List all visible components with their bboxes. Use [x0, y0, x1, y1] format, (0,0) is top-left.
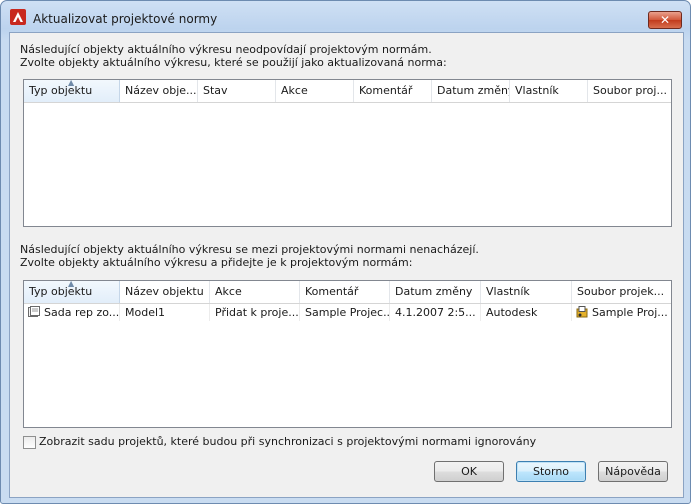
top-col-action[interactable]: Akce [276, 80, 354, 102]
project-file-icon [576, 306, 588, 318]
table-row[interactable]: Sada rep zo... Model1 Přidat k proje... … [24, 304, 671, 321]
sort-up-icon: ▲ [68, 80, 75, 87]
bottom-message-line2: Zvolte objekty aktuálního výkresu a přid… [20, 256, 413, 269]
top-message-line1: Následující objekty aktuálního výkresu n… [20, 43, 432, 56]
bottom-listview[interactable]: ▲ Typ objektu Název objektu Akce Komentá… [23, 280, 672, 428]
top-message-line2: Zvolte objekty aktuálního výkresu, které… [20, 56, 447, 69]
window-title: Aktualizovat projektové normy [33, 12, 218, 26]
cell-file: Sample Proj... [572, 304, 671, 321]
bottom-col-file[interactable]: Soubor projek... [572, 281, 671, 303]
bottom-col-name[interactable]: Název objektu [120, 281, 210, 303]
cell-owner: Autodesk [481, 304, 572, 321]
top-col-comment[interactable]: Komentář [354, 80, 432, 102]
display-configuration-icon [28, 306, 40, 317]
title-bar[interactable]: Aktualizovat projektové normy ✕ [1, 1, 690, 33]
cell-name: Model1 [120, 304, 210, 321]
help-button[interactable]: Nápověda [598, 461, 668, 482]
top-col-owner[interactable]: Vlastník [510, 80, 588, 102]
bottom-message-line1: Následující objekty aktuálního výkresu s… [20, 243, 479, 256]
bottom-col-action[interactable]: Akce [210, 281, 300, 303]
top-col-type[interactable]: ▲ Typ objektu [24, 80, 120, 102]
dialog-body: Následující objekty aktuálního výkresu n… [9, 32, 684, 498]
cell-type: Sada rep zo... [24, 304, 120, 321]
close-button[interactable]: ✕ [648, 11, 682, 29]
bottom-col-type[interactable]: ▲ Typ objektu [24, 281, 120, 303]
ignored-sets-label[interactable]: Zobrazit sadu projektů, které budou při … [39, 435, 536, 448]
top-listview-header: ▲ Typ objektu Název obje... Stav Akce Ko… [24, 80, 671, 103]
cell-date: 4.1.2007 2:5... [390, 304, 481, 321]
top-col-date[interactable]: Datum změny [432, 80, 510, 102]
top-listview[interactable]: ▲ Typ objektu Název obje... Stav Akce Ko… [23, 79, 672, 227]
bottom-col-comment[interactable]: Komentář [300, 281, 390, 303]
bottom-col-date[interactable]: Datum změny [390, 281, 481, 303]
ok-button[interactable]: OK [434, 461, 504, 482]
cancel-button[interactable]: Storno [516, 461, 586, 482]
sort-up-icon: ▲ [68, 281, 75, 288]
top-col-file[interactable]: Soubor proj... [588, 80, 671, 102]
bottom-col-owner[interactable]: Vlastník [481, 281, 572, 303]
cell-comment: Sample Projec... [300, 304, 390, 321]
top-col-name[interactable]: Název obje... [120, 80, 198, 102]
dialog-window: Aktualizovat projektové normy ✕ Následuj… [0, 0, 691, 504]
bottom-listview-header: ▲ Typ objektu Název objektu Akce Komentá… [24, 281, 671, 304]
cell-action: Přidat k proje... [210, 304, 300, 321]
top-col-status[interactable]: Stav [198, 80, 276, 102]
ignored-sets-checkbox[interactable] [23, 436, 36, 449]
autocad-icon [10, 9, 26, 25]
